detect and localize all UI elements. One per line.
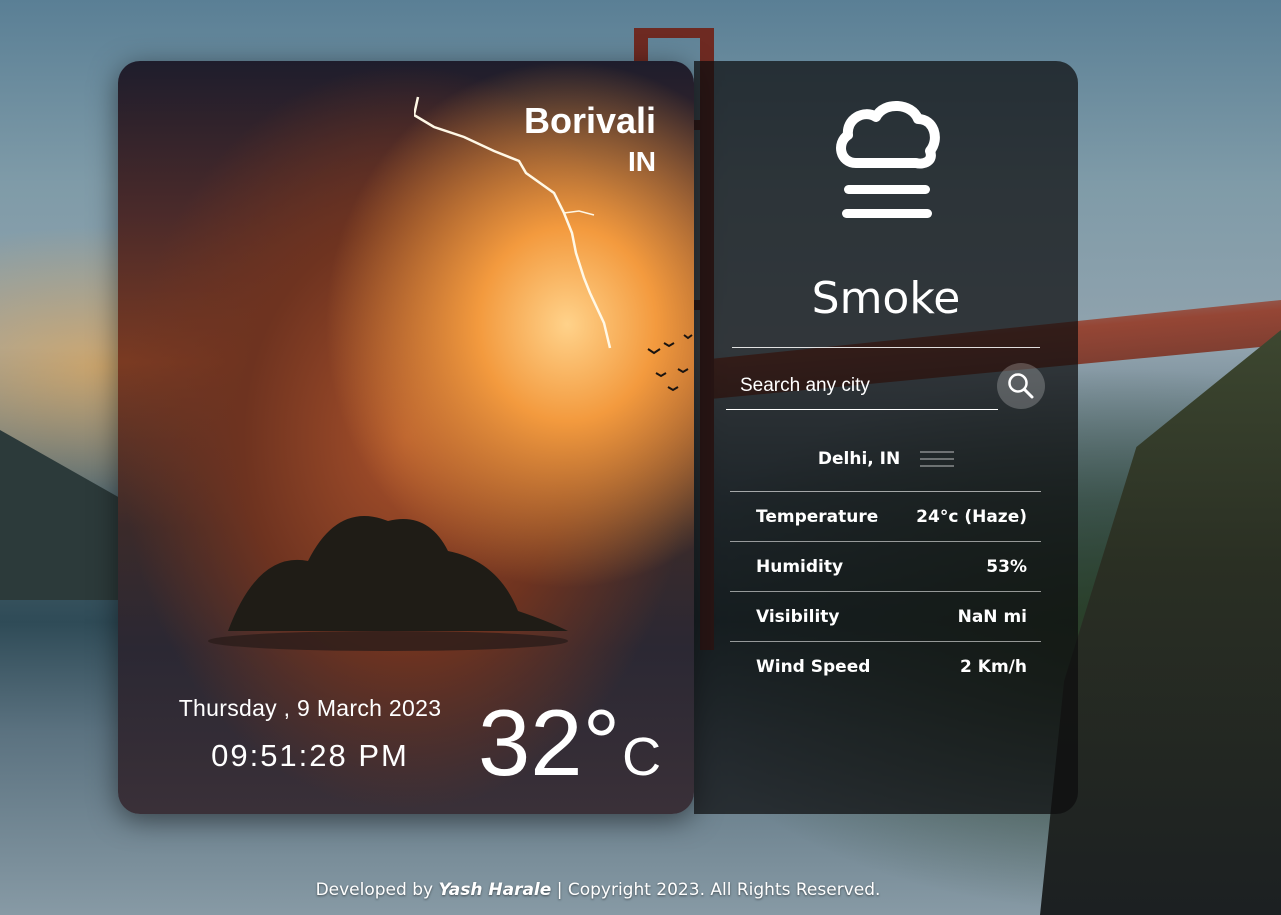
detail-row-wind-speed: Wind Speed 2 Km/h <box>730 642 1041 691</box>
detail-value: 2 Km/h <box>960 656 1027 677</box>
search-button[interactable] <box>997 363 1045 409</box>
details-location-label: Delhi, IN <box>817 449 901 469</box>
divider <box>732 347 1040 348</box>
island-image <box>208 516 568 651</box>
details-panel: Smoke Delhi, IN Temperature 24°c (Haze) … <box>694 61 1078 814</box>
weather-card: Borivali IN Thursday , 9 March 2023 09:5… <box>118 61 694 814</box>
country-code: IN <box>628 146 656 177</box>
haze-icon <box>920 451 955 467</box>
footer-copyright: | Copyright 2023. All Rights Reserved. <box>556 880 881 900</box>
current-location: Borivali IN <box>524 101 656 179</box>
detail-label: Visibility <box>756 606 840 627</box>
detail-label: Wind Speed <box>756 656 871 677</box>
detail-row-temperature: Temperature 24°c (Haze) <box>730 492 1041 542</box>
detail-value: 24°c (Haze) <box>916 506 1027 527</box>
weather-details-list: Temperature 24°c (Haze) Humidity 53% Vis… <box>730 492 1041 691</box>
detail-label: Humidity <box>756 556 844 577</box>
degree-symbol: ° <box>582 690 621 795</box>
current-temperature: 32°C <box>478 693 661 793</box>
date-time: Thursday , 9 March 2023 09:51:28 PM <box>140 695 480 774</box>
current-date: Thursday , 9 March 2023 <box>178 695 442 721</box>
search-input[interactable] <box>726 363 998 409</box>
temperature-unit: C <box>622 727 662 787</box>
details-location: Delhi, IN <box>694 449 1078 469</box>
city-name: Borivali <box>523 100 656 141</box>
temperature-value: 32 <box>478 690 583 795</box>
birds-image <box>647 334 693 392</box>
detail-row-visibility: Visibility NaN mi <box>730 592 1041 642</box>
detail-label: Temperature <box>756 506 879 527</box>
weather-condition: Smoke <box>811 273 961 324</box>
search-field <box>726 363 998 410</box>
search-icon <box>1008 373 1034 399</box>
detail-value: NaN mi <box>957 606 1027 627</box>
current-time: 09:51:28 PM <box>211 738 409 773</box>
footer: Developed by Yash Harale | Copyright 202… <box>0 880 1196 900</box>
detail-value: 53% <box>986 556 1027 577</box>
smoke-icon <box>836 101 940 218</box>
footer-author: Yash Harale <box>438 880 552 900</box>
background-hill <box>0 430 120 600</box>
detail-row-humidity: Humidity 53% <box>730 542 1041 592</box>
footer-prefix: Developed by <box>315 880 434 900</box>
